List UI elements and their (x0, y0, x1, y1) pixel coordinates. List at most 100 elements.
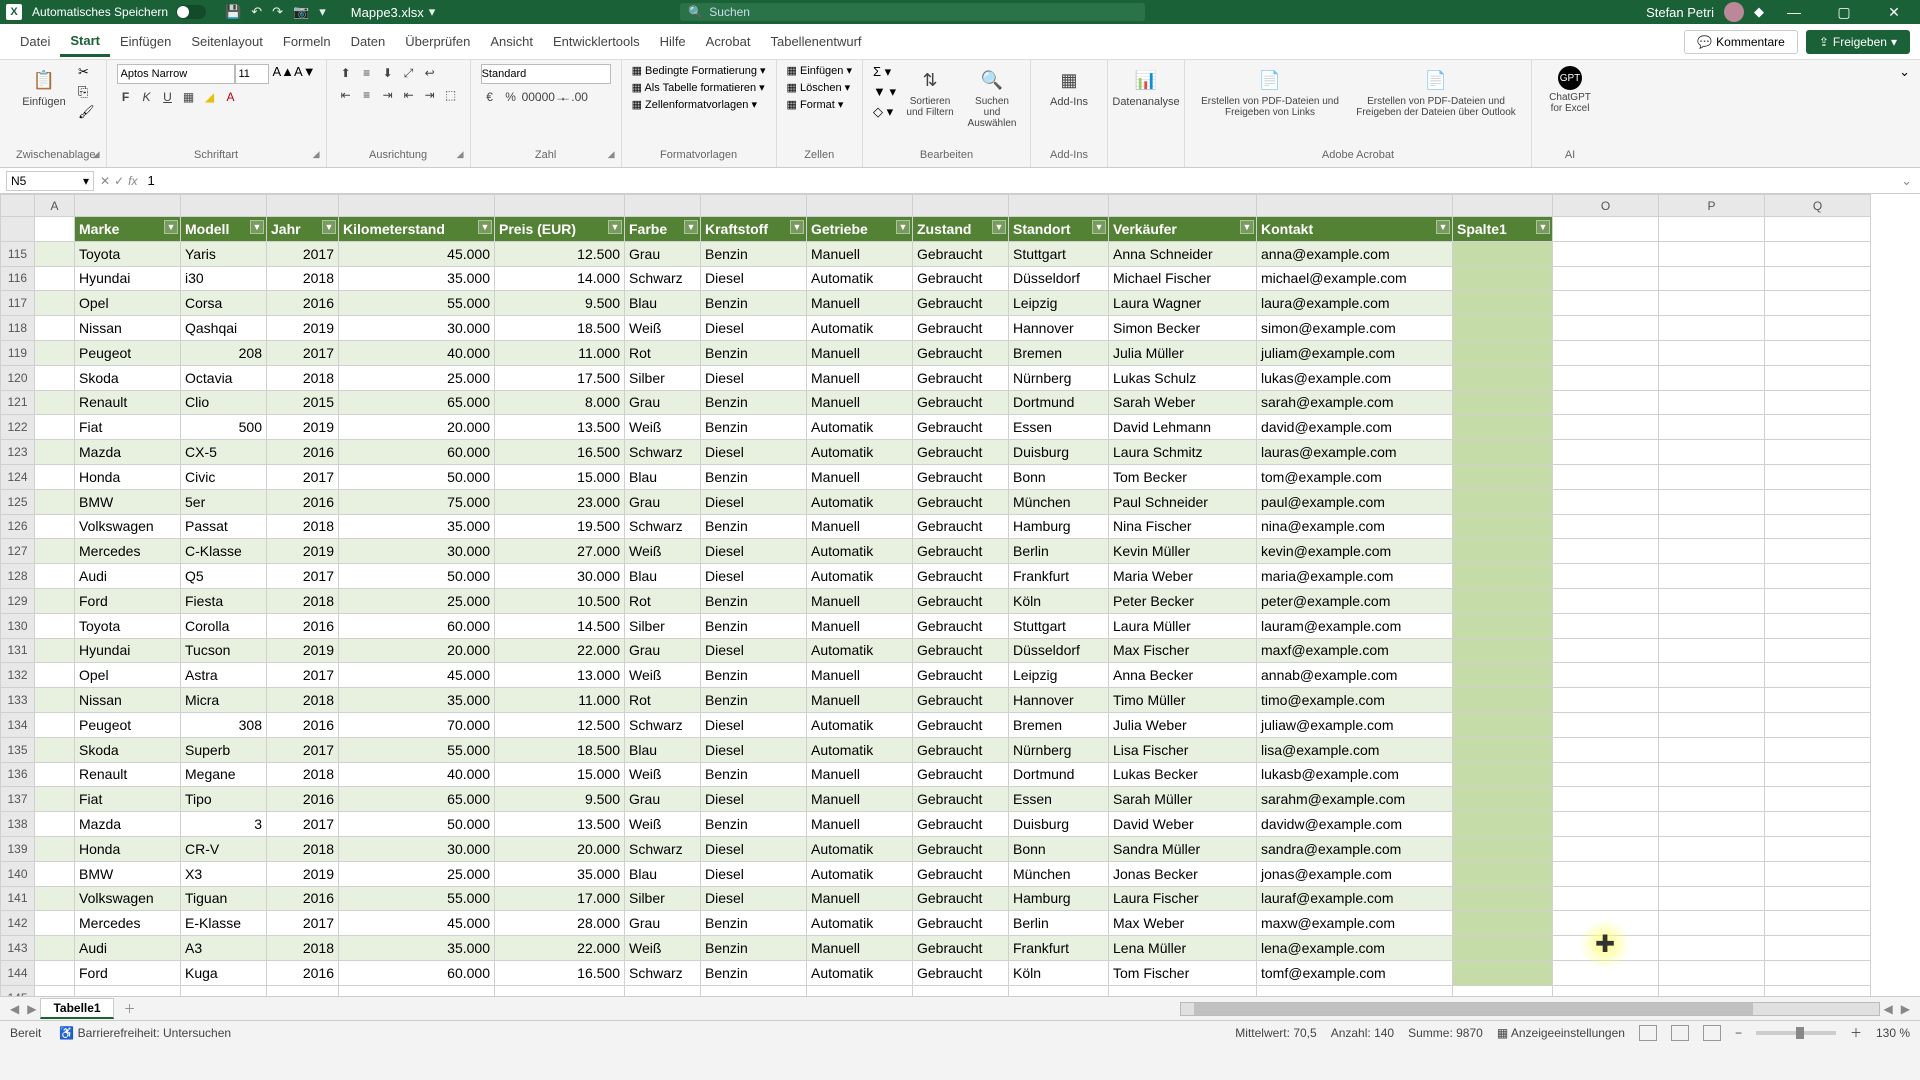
cell[interactable] (35, 812, 75, 837)
cell[interactable]: Duisburg (1009, 440, 1109, 465)
row-header[interactable]: 119 (1, 340, 35, 365)
launcher-icon[interactable]: ◢ (313, 149, 320, 160)
cell[interactable]: Gebraucht (913, 266, 1009, 291)
cell[interactable] (1553, 217, 1659, 242)
cell[interactable] (1765, 762, 1871, 787)
cell[interactable]: Nürnberg (1009, 365, 1109, 390)
cell[interactable] (1765, 564, 1871, 589)
cell[interactable] (1453, 613, 1553, 638)
close-button[interactable]: ✕ (1874, 4, 1914, 21)
cell[interactable]: Gebraucht (913, 836, 1009, 861)
cell[interactable]: David Weber (1109, 812, 1257, 837)
percent-icon[interactable]: % (502, 88, 520, 106)
cell[interactable] (1765, 936, 1871, 961)
cell[interactable]: 30.000 (495, 564, 625, 589)
cell[interactable]: kevin@example.com (1257, 539, 1453, 564)
cell[interactable] (1453, 440, 1553, 465)
cell[interactable]: 2016 (267, 440, 339, 465)
cell[interactable] (1553, 241, 1659, 266)
sheet-nav-next-icon[interactable]: ▶ (27, 1002, 36, 1016)
tab-hilfe[interactable]: Hilfe (650, 28, 696, 55)
cell[interactable]: david@example.com (1257, 415, 1453, 440)
cell[interactable]: 65.000 (339, 390, 495, 415)
cell-styles-button[interactable]: ▦ Zellenformatvorlagen ▾ (632, 98, 757, 111)
cell[interactable] (1765, 836, 1871, 861)
cell[interactable] (1765, 663, 1871, 688)
cell[interactable] (1453, 712, 1553, 737)
cell[interactable]: Berlin (1009, 539, 1109, 564)
cell[interactable]: Blau (625, 737, 701, 762)
cell[interactable]: Hyundai (75, 638, 181, 663)
cell[interactable]: Grau (625, 241, 701, 266)
cell[interactable] (1765, 712, 1871, 737)
align-middle-icon[interactable]: ≡ (358, 64, 376, 82)
cell[interactable] (35, 588, 75, 613)
cell[interactable] (35, 613, 75, 638)
cell[interactable]: Tiguan (181, 886, 267, 911)
cell[interactable] (1453, 886, 1553, 911)
cell[interactable]: Manuell (807, 787, 913, 812)
cell[interactable] (35, 217, 75, 242)
cell[interactable]: Manuell (807, 241, 913, 266)
cell[interactable]: Gebraucht (913, 588, 1009, 613)
expand-formula-icon[interactable]: ⌄ (1893, 173, 1920, 189)
cell[interactable] (1009, 985, 1109, 996)
column-header[interactable] (807, 195, 913, 217)
cell[interactable]: Mazda (75, 812, 181, 837)
cell[interactable]: 2015 (267, 390, 339, 415)
cell[interactable]: 2017 (267, 737, 339, 762)
cell[interactable]: Manuell (807, 291, 913, 316)
cell[interactable] (1453, 316, 1553, 341)
cell[interactable]: Grau (625, 638, 701, 663)
cell[interactable] (1765, 911, 1871, 936)
cell[interactable]: 22.000 (495, 638, 625, 663)
cell[interactable]: Schwarz (625, 266, 701, 291)
cell[interactable]: Gebraucht (913, 812, 1009, 837)
cell[interactable]: tom@example.com (1257, 464, 1453, 489)
cell[interactable]: Diesel (701, 266, 807, 291)
table-header[interactable]: Getriebe▼ (807, 217, 913, 242)
format-cells-button[interactable]: ▦ Format ▾ (787, 98, 844, 111)
cell[interactable]: Manuell (807, 936, 913, 961)
cell[interactable] (75, 985, 181, 996)
cell[interactable]: Diesel (701, 316, 807, 341)
row-header[interactable]: 143 (1, 936, 35, 961)
row-header[interactable]: 120 (1, 365, 35, 390)
cell[interactable]: Gebraucht (913, 241, 1009, 266)
cell[interactable]: 2018 (267, 688, 339, 713)
cell[interactable]: Benzin (701, 613, 807, 638)
column-header[interactable]: A (35, 195, 75, 217)
cell[interactable]: lauras@example.com (1257, 440, 1453, 465)
paste-button[interactable]: 📋Einfügen (16, 64, 72, 110)
cell[interactable] (1659, 266, 1765, 291)
cell[interactable]: Lukas Schulz (1109, 365, 1257, 390)
cell[interactable] (1659, 762, 1765, 787)
cell[interactable] (1659, 712, 1765, 737)
cell[interactable] (181, 985, 267, 996)
cell[interactable]: 50.000 (339, 812, 495, 837)
cell[interactable]: Silber (625, 886, 701, 911)
cell[interactable]: BMW (75, 861, 181, 886)
cell[interactable]: nina@example.com (1257, 514, 1453, 539)
cell[interactable] (913, 985, 1009, 996)
row-header[interactable]: 135 (1, 737, 35, 762)
cell[interactable] (1553, 316, 1659, 341)
cell[interactable]: Megane (181, 762, 267, 787)
cell[interactable] (1553, 936, 1659, 961)
cell[interactable]: 16.500 (495, 440, 625, 465)
cell[interactable]: Lisa Fischer (1109, 737, 1257, 762)
cell[interactable]: Manuell (807, 812, 913, 837)
cell[interactable] (1659, 340, 1765, 365)
cell[interactable] (1765, 539, 1871, 564)
cell[interactable] (1553, 539, 1659, 564)
row-header[interactable]: 137 (1, 787, 35, 812)
filter-icon[interactable]: ▼ (1536, 220, 1550, 234)
launcher-icon[interactable]: ◢ (457, 149, 464, 160)
cell[interactable] (1765, 960, 1871, 985)
format-painter-icon[interactable]: 🖌 (78, 104, 95, 120)
cell[interactable]: 2016 (267, 291, 339, 316)
cell[interactable] (35, 390, 75, 415)
table-header[interactable]: Kraftstoff▼ (701, 217, 807, 242)
cell[interactable]: Duisburg (1009, 812, 1109, 837)
cell[interactable] (1553, 365, 1659, 390)
